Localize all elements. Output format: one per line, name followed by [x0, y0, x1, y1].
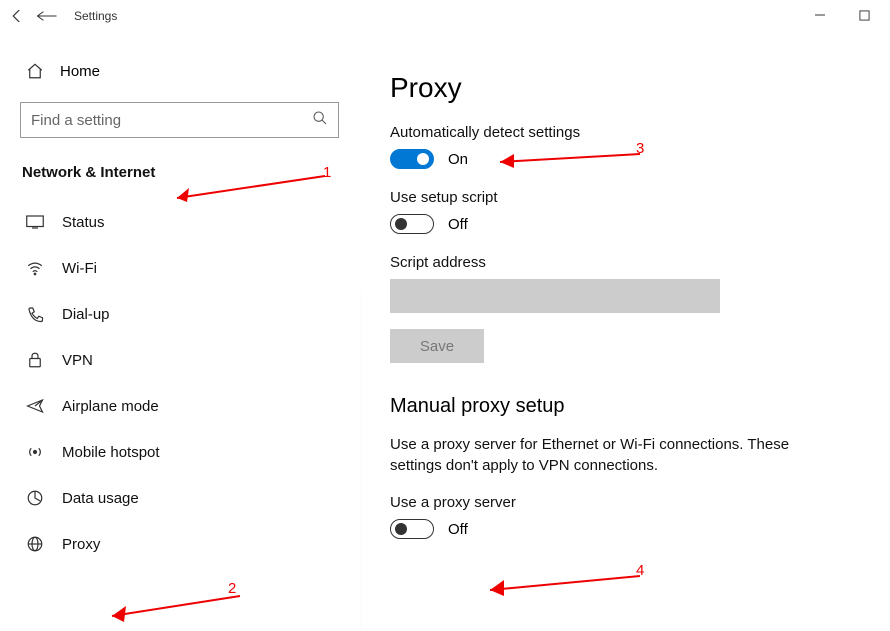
home-icon	[26, 62, 44, 80]
status-icon	[26, 213, 44, 231]
auto-detect-toggle[interactable]	[390, 149, 434, 169]
sidebar-item-dialup[interactable]: Dial-up	[20, 291, 339, 337]
sidebar-item-label: Wi-Fi	[62, 260, 97, 277]
sidebar-item-label: Data usage	[62, 490, 139, 507]
sidebar: Home Find a setting Network & Internet S…	[0, 32, 360, 629]
sidebar-item-proxy[interactable]: Proxy	[20, 521, 339, 567]
sidebar-item-vpn[interactable]: VPN	[20, 337, 339, 383]
datausage-icon	[26, 489, 44, 507]
back-arrow[interactable]	[36, 8, 64, 24]
sidebar-item-hotspot[interactable]: Mobile hotspot	[20, 429, 339, 475]
manual-proxy-heading: Manual proxy setup	[390, 395, 860, 418]
use-proxy-state: Off	[448, 521, 468, 538]
sidebar-home-label: Home	[60, 63, 100, 80]
sidebar-item-label: Airplane mode	[62, 398, 159, 415]
sidebar-item-label: Dial-up	[62, 306, 110, 323]
sidebar-item-label: VPN	[62, 352, 93, 369]
vpn-icon	[26, 351, 44, 369]
use-proxy-toggle[interactable]	[390, 519, 434, 539]
search-icon	[312, 110, 328, 130]
setup-script-state: Off	[448, 216, 468, 233]
content-panel: Proxy Automatically detect settings On U…	[360, 32, 890, 629]
window-titlebar: Settings	[0, 0, 890, 32]
auto-detect-state: On	[448, 151, 468, 168]
minimize-button[interactable]	[808, 9, 832, 24]
setup-script-label: Use setup script	[390, 189, 860, 206]
sidebar-item-label: Status	[62, 214, 105, 231]
window-title: Settings	[74, 9, 117, 23]
script-address-label: Script address	[390, 254, 860, 271]
sidebar-item-label: Mobile hotspot	[62, 444, 160, 461]
auto-detect-label: Automatically detect settings	[390, 124, 860, 141]
search-placeholder: Find a setting	[31, 112, 121, 129]
sidebar-home[interactable]: Home	[26, 62, 339, 80]
hotspot-icon	[26, 443, 44, 461]
page-title: Proxy	[390, 72, 860, 104]
setup-script-toggle[interactable]	[390, 214, 434, 234]
manual-proxy-desc: Use a proxy server for Ethernet or Wi-Fi…	[390, 434, 810, 476]
sidebar-item-label: Proxy	[62, 536, 100, 553]
search-input[interactable]: Find a setting	[20, 102, 339, 138]
sidebar-item-status[interactable]: Status	[20, 199, 339, 245]
dialup-icon	[26, 305, 44, 323]
maximize-button[interactable]	[852, 9, 876, 24]
wifi-icon	[26, 259, 44, 277]
airplane-icon	[26, 397, 44, 415]
script-address-input[interactable]	[390, 279, 720, 313]
use-proxy-label: Use a proxy server	[390, 494, 860, 511]
sidebar-section-title: Network & Internet	[22, 164, 339, 181]
save-button[interactable]: Save	[390, 329, 484, 363]
back-icon[interactable]	[8, 7, 36, 25]
sidebar-item-wifi[interactable]: Wi-Fi	[20, 245, 339, 291]
proxy-icon	[26, 535, 44, 553]
sidebar-item-airplane[interactable]: Airplane mode	[20, 383, 339, 429]
sidebar-item-datausage[interactable]: Data usage	[20, 475, 339, 521]
